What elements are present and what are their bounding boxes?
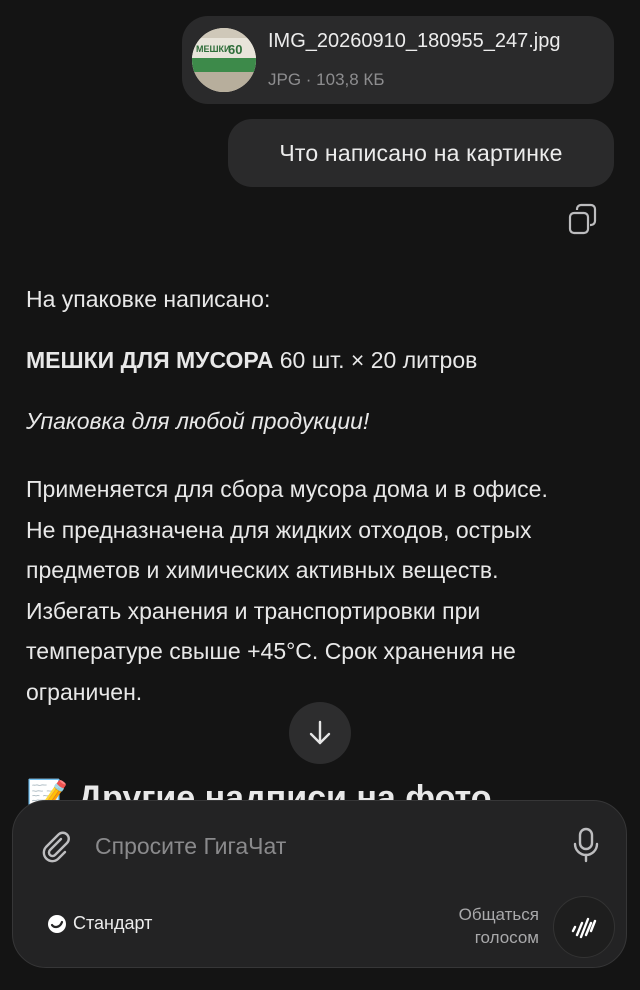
chat-input[interactable]	[95, 827, 555, 865]
thumbnail-text: МЕШКИ	[196, 44, 231, 54]
answer-product-rest: 60 шт. × 20 литров	[273, 347, 478, 373]
attachment-bubble[interactable]: МЕШКИ 60 IMG_20260910_180955_247.jpg JPG…	[182, 16, 614, 104]
arrow-down-icon	[309, 720, 331, 745]
answer-product-bold: МЕШКИ ДЛЯ МУСОРА	[26, 347, 274, 373]
copy-icon[interactable]	[566, 202, 602, 238]
user-message-text: Что написано на картинке	[279, 139, 563, 166]
microphone-icon[interactable]	[571, 827, 601, 863]
thumbnail-number: 60	[228, 42, 242, 57]
answer-intro: На упаковке написано:	[26, 286, 271, 312]
mode-selector[interactable]: Стандарт	[47, 913, 152, 934]
sber-logo-icon	[48, 914, 66, 933]
paperclip-icon[interactable]	[39, 829, 73, 863]
voice-chat-label[interactable]: Общаться голосом	[413, 903, 539, 949]
answer-body: Применяется для сбора мусора дома и в оф…	[26, 469, 626, 713]
file-name: IMG_20260910_180955_247.jpg	[268, 30, 561, 52]
voice-chat-button[interactable]	[553, 896, 615, 958]
scroll-down-button[interactable]	[289, 702, 351, 764]
composer: Стандарт Общаться голосом	[12, 800, 627, 968]
answer-body-line: Не предназначена для жидких отходов, ост…	[26, 516, 532, 543]
attachment-thumbnail[interactable]: МЕШКИ 60	[192, 28, 256, 92]
file-meta: JPG · 103,8 КБ	[268, 70, 385, 89]
voice-wave-icon	[571, 917, 597, 939]
voice-label-line: голосом	[474, 928, 539, 947]
answer-body-line: Избегать хранения и транспортировки при	[26, 597, 481, 624]
answer-body-line: температуре свыше +45°C. Срок хранения н…	[26, 638, 516, 665]
voice-label-line: Общаться	[458, 905, 539, 924]
user-message-bubble: Что написано на картинке	[228, 119, 614, 187]
answer-body-line: Применяется для сбора мусора дома и в оф…	[26, 476, 548, 502]
answer-body-line: предметов и химических активных веществ.	[26, 557, 499, 584]
answer-product-line: МЕШКИ ДЛЯ МУСОРА 60 шт. × 20 литров	[26, 347, 477, 374]
mode-label: Стандарт	[73, 913, 153, 933]
answer-slogan: Упаковка для любой продукции!	[26, 408, 370, 434]
